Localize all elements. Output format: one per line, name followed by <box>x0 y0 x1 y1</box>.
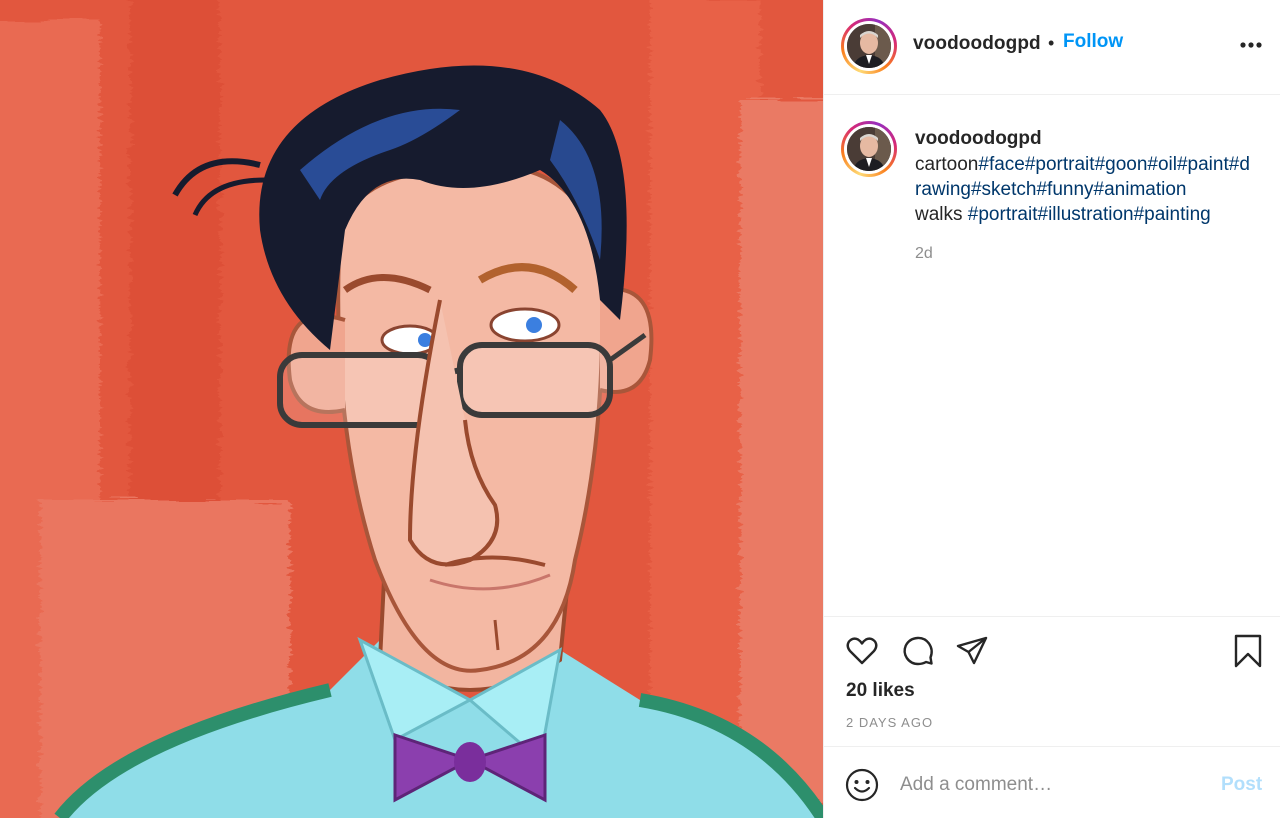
caricature-painting <box>0 0 823 818</box>
avatar-photo <box>847 24 891 68</box>
hashtag-link[interactable]: #funny <box>1036 179 1093 200</box>
hashtag-link[interactable]: #sketch <box>971 179 1036 200</box>
caption-avatar[interactable] <box>841 121 897 177</box>
post-image[interactable] <box>0 0 823 818</box>
post-side-panel: voodoodogpd • Follow voodoodogpd cartoon… <box>823 0 1280 818</box>
smiley-icon[interactable] <box>844 767 880 803</box>
hashtag-link[interactable]: #portrait <box>968 204 1038 225</box>
bookmark-icon[interactable] <box>1230 633 1266 669</box>
caption-username[interactable]: voodoodogpd <box>915 128 1042 150</box>
heart-icon[interactable] <box>844 633 880 669</box>
hashtag-link[interactable]: #painting <box>1134 204 1211 225</box>
hashtag-link[interactable]: #face <box>978 154 1024 175</box>
more-horizontal-icon[interactable] <box>1238 34 1264 56</box>
comment-icon[interactable] <box>900 633 936 669</box>
caption-timestamp[interactable]: 2d <box>915 245 933 263</box>
paper-plane-icon[interactable] <box>954 633 990 669</box>
header-username[interactable]: voodoodogpd <box>913 33 1041 55</box>
hashtag-link[interactable]: #paint <box>1177 154 1229 175</box>
action-bar: 20 likes 2 DAYS AGO <box>824 616 1280 746</box>
caption-plain-2: walks <box>915 204 968 225</box>
comment-input[interactable] <box>900 769 1200 801</box>
separator-dot: • <box>1048 33 1055 53</box>
hashtag-link[interactable]: #portrait <box>1025 154 1095 175</box>
likes-count[interactable]: 20 likes <box>846 680 915 702</box>
hashtag-link[interactable]: #illustration <box>1038 204 1134 225</box>
post-header: voodoodogpd • Follow <box>824 0 1280 95</box>
avatar[interactable] <box>841 18 897 74</box>
caption-text: cartoon#face#portrait#goon#oil#paint#dra… <box>915 152 1255 227</box>
avatar-photo <box>847 127 891 171</box>
post-comment-button[interactable]: Post <box>1221 774 1262 796</box>
hashtag-link[interactable]: #goon <box>1095 154 1148 175</box>
post-date: 2 DAYS AGO <box>846 715 934 730</box>
hashtag-link[interactable]: #oil <box>1147 154 1177 175</box>
hashtag-link[interactable]: #animation <box>1094 179 1187 200</box>
caption-plain: cartoon <box>915 154 979 175</box>
comment-bar: Post <box>824 746 1280 818</box>
follow-button[interactable]: Follow <box>1063 31 1123 53</box>
